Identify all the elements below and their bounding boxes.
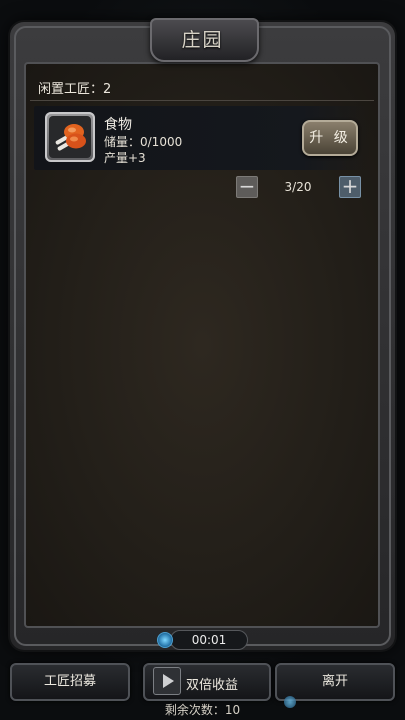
worker-count: 3/20 [284,180,312,194]
upgrade-button[interactable]: 升 级 [302,120,358,156]
leave-button[interactable]: 离开 [275,663,395,701]
item-slot-inner [49,116,91,158]
resource-output: 产量+3 [104,151,146,165]
divider [30,100,374,101]
plus-icon: + [341,174,359,198]
food-icon [55,124,86,151]
remaining-count: 剩余次数：10 [164,703,241,717]
resource-stock: 储量：0/1000 [104,135,183,149]
resource-name: 食物 [104,117,132,133]
increase-workers-button[interactable]: + [339,176,361,198]
timer-text: 00:01 [191,633,227,647]
idle-workers-label: 闲置工匠：2 [38,82,112,97]
play-video-icon [153,667,181,695]
minus-icon: − [238,174,256,198]
recruit-workers-button[interactable]: 工匠招募 [10,663,130,701]
item-slot [45,112,95,162]
double-reward-label: 双倍收益 [186,678,239,693]
page-title: 庄园 [181,29,224,51]
decrease-workers-button[interactable]: − [236,176,258,198]
